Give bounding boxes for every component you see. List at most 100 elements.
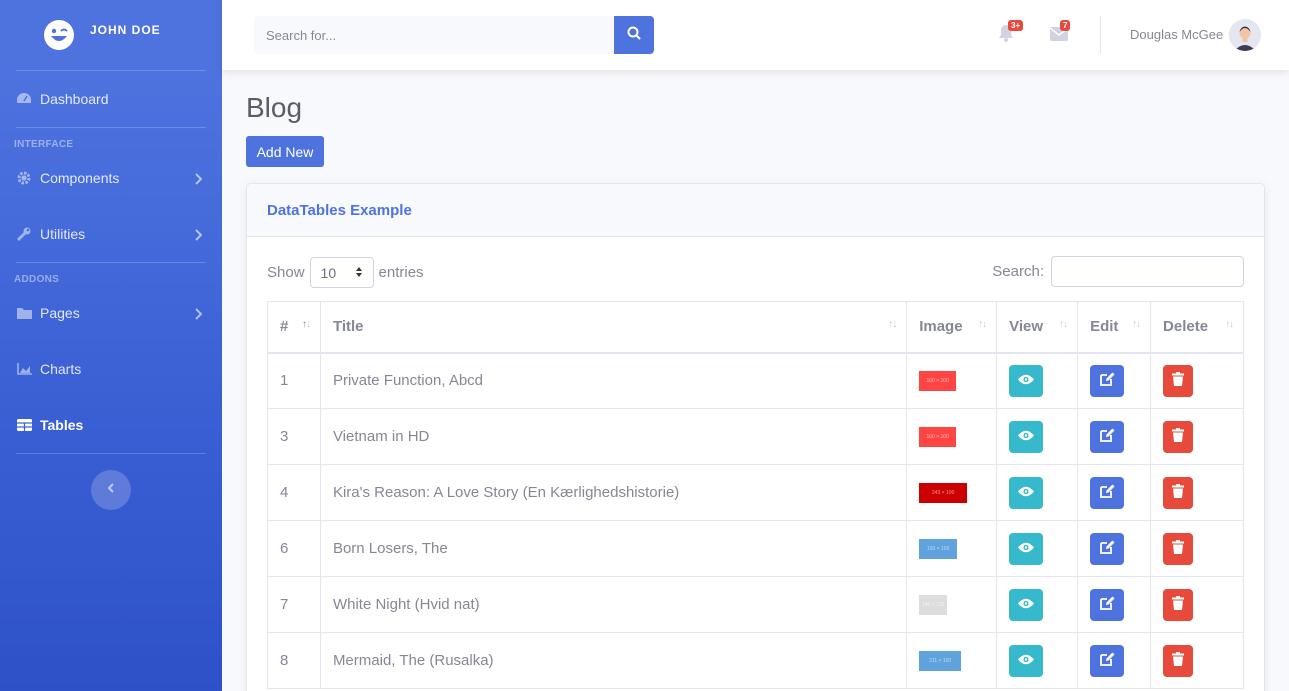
thumbnail-image: 211 × 100	[919, 650, 962, 671]
eye-icon	[1018, 652, 1035, 669]
edit-icon	[1099, 428, 1115, 446]
column-header-title[interactable]: Title ↑↓	[319, 301, 908, 354]
sidebar-item-charts[interactable]: Charts	[0, 341, 222, 397]
delete-button[interactable]	[1163, 420, 1194, 453]
delete-button[interactable]	[1163, 644, 1194, 677]
thumbnail-image: 160 × 100	[919, 370, 957, 391]
table-filter: Search:	[992, 256, 1244, 287]
edit-button[interactable]	[1090, 532, 1125, 565]
view-button[interactable]	[1009, 420, 1044, 453]
column-header-delete[interactable]: Delete ↑↓	[1150, 301, 1244, 354]
row-delete-cell	[1150, 632, 1244, 689]
page-title: Blog	[246, 92, 303, 123]
row-image-cell: 160 × 100	[906, 352, 998, 409]
table-row: 7 White Night (Hvid nat) 140 × 100	[267, 576, 1244, 633]
eye-icon	[1018, 596, 1035, 613]
sort-icon: ↑↓	[1132, 319, 1141, 330]
edit-button[interactable]	[1090, 476, 1125, 509]
sidebar-item-tables[interactable]: Tables	[0, 397, 222, 453]
chevron-right-icon	[194, 228, 203, 244]
row-id: 1	[267, 352, 321, 409]
table-row: 4 Kira's Reason: A Love Story (En Kærlig…	[267, 464, 1244, 521]
sort-icon: ↑↓	[1059, 319, 1068, 330]
delete-button[interactable]	[1163, 532, 1194, 565]
table-search-input[interactable]	[1051, 256, 1244, 287]
add-new-button[interactable]: Add New	[246, 136, 324, 167]
row-image-cell: 243 × 100	[906, 464, 998, 521]
row-edit-cell	[1077, 352, 1152, 409]
edit-button[interactable]	[1090, 644, 1125, 677]
column-header-image[interactable]: Image ↑↓	[906, 301, 998, 354]
sidebar-item-label: Components	[40, 170, 120, 186]
trash-icon	[1172, 595, 1185, 614]
sort-icon: ↑↓	[1225, 319, 1234, 330]
row-id: 8	[267, 632, 321, 689]
sidebar-item-pages[interactable]: Pages	[0, 285, 222, 341]
search-button[interactable]	[614, 16, 654, 54]
table-icon	[16, 417, 32, 433]
show-label: Show	[267, 264, 305, 281]
wrench-icon	[16, 226, 32, 242]
entries-select[interactable]: 10	[309, 257, 374, 288]
trash-icon	[1172, 427, 1185, 446]
sidebar-item-label: Tables	[40, 417, 84, 433]
search-input[interactable]	[254, 16, 614, 54]
chevron-right-icon	[194, 307, 203, 323]
sort-select-icon	[355, 265, 363, 281]
alerts-button[interactable]: 3+	[998, 20, 1024, 46]
trash-icon	[1172, 651, 1185, 670]
sidebar-item-components[interactable]: Components	[0, 150, 222, 206]
view-button[interactable]	[1009, 644, 1044, 677]
delete-button[interactable]	[1163, 364, 1194, 397]
edit-icon	[1099, 540, 1115, 558]
edit-button[interactable]	[1090, 588, 1125, 621]
row-delete-cell	[1150, 576, 1244, 633]
row-view-cell	[996, 520, 1079, 577]
row-title: Kira's Reason: A Love Story (En Kærlighe…	[319, 464, 908, 521]
thumbnail-image: 193 × 100	[919, 538, 958, 559]
alerts-badge: 3+	[1008, 20, 1024, 31]
row-id: 7	[267, 576, 321, 633]
table-row: 6 Born Losers, The 193 × 100	[267, 520, 1244, 577]
cog-icon	[16, 170, 32, 186]
view-button[interactable]	[1009, 532, 1044, 565]
row-edit-cell	[1077, 464, 1152, 521]
sidebar-item-label: Pages	[40, 305, 80, 321]
eye-icon	[1018, 540, 1035, 557]
row-view-cell	[996, 408, 1079, 465]
chart-area-icon	[16, 361, 32, 377]
edit-icon	[1099, 484, 1115, 502]
view-button[interactable]	[1009, 364, 1044, 397]
sidebar-brand[interactable]: JOHN DOE	[0, 0, 222, 70]
column-header-id[interactable]: # ↑↓	[267, 301, 321, 354]
messages-button[interactable]: 7	[1049, 20, 1071, 44]
chevron-left-icon	[107, 481, 115, 499]
laugh-wink-icon	[42, 18, 76, 52]
delete-button[interactable]	[1163, 588, 1194, 621]
view-button[interactable]	[1009, 588, 1044, 621]
edit-button[interactable]	[1090, 420, 1125, 453]
sidebar-item-utilities[interactable]: Utilities	[0, 206, 222, 262]
row-edit-cell	[1077, 576, 1152, 633]
sidebar-heading-interface: INTERFACE	[14, 139, 74, 150]
bell-icon	[998, 25, 1014, 46]
sidebar-item-label: Dashboard	[40, 91, 109, 107]
sidebar-item-label: Charts	[40, 361, 82, 377]
user-name[interactable]: Douglas McGee	[1130, 27, 1223, 42]
column-header-view[interactable]: View ↑↓	[996, 301, 1079, 354]
delete-button[interactable]	[1163, 476, 1194, 509]
sidebar-toggle-button[interactable]	[91, 470, 131, 510]
edit-button[interactable]	[1090, 364, 1125, 397]
sidebar-item-label: Utilities	[40, 226, 86, 242]
row-delete-cell	[1150, 352, 1244, 409]
view-button[interactable]	[1009, 476, 1044, 509]
sidebar-item-dashboard[interactable]: Dashboard	[0, 71, 222, 127]
eye-icon	[1018, 484, 1035, 501]
column-header-edit[interactable]: Edit ↑↓	[1077, 301, 1152, 354]
sort-icon: ↑↓	[301, 319, 311, 330]
row-title: Mermaid, The (Rusalka)	[319, 632, 908, 689]
avatar[interactable]	[1229, 19, 1261, 51]
row-edit-cell	[1077, 408, 1152, 465]
row-delete-cell	[1150, 520, 1244, 577]
topbar-divider	[1100, 16, 1101, 54]
